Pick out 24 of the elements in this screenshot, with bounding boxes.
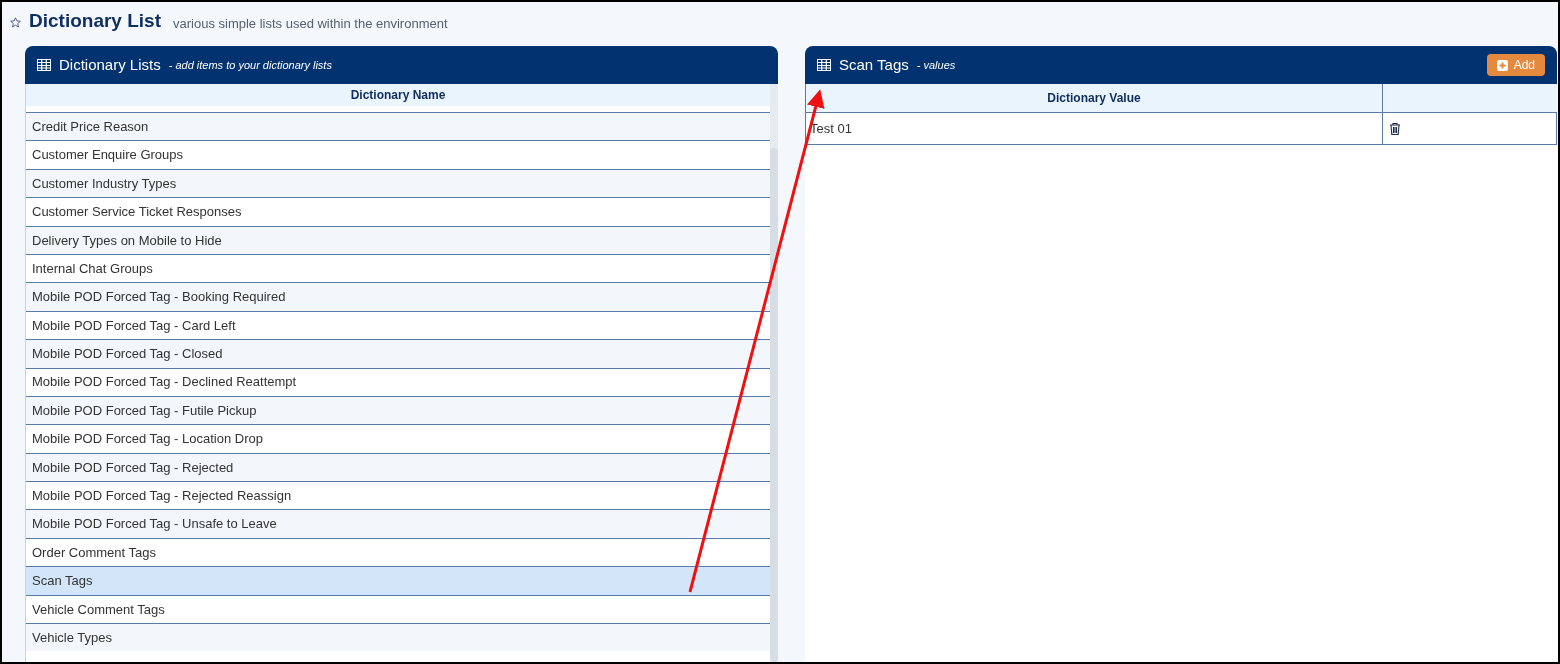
table-icon [817, 59, 831, 71]
panel-subtitle: - values [916, 57, 956, 73]
list-row[interactable]: Customer Industry Types [26, 168, 770, 198]
list-row[interactable]: Vehicle Types [26, 623, 770, 652]
scrollbar[interactable] [770, 84, 778, 662]
trash-icon[interactable] [1389, 122, 1401, 135]
panel-title: Scan Tags [839, 54, 909, 75]
page-subtitle: various simple lists used within the environment [173, 17, 448, 30]
table-icon [37, 59, 51, 71]
list-row[interactable]: Mobile POD Forced Tag - Booking Required [26, 282, 770, 311]
panel-title: Dictionary Lists [59, 54, 161, 75]
list-row[interactable]: Credit Price Reason [26, 112, 770, 141]
list-row[interactable]: Mobile POD Forced Tag - Closed [26, 339, 770, 368]
list-row[interactable]: Delivery Types on Mobile to Hide [26, 225, 770, 254]
list-row[interactable]: Mobile POD Forced Tag - Unsafe to Leave [26, 509, 770, 538]
panel-subtitle: - add items to your dictionary lists [168, 57, 332, 73]
plus-icon [1496, 59, 1508, 71]
value-cell: Test 01 [806, 113, 1383, 144]
page-title: Dictionary List [29, 11, 161, 30]
column-header: Dictionary Value [806, 84, 1383, 112]
list-row[interactable]: Scan Tags [26, 566, 770, 595]
list-row[interactable]: Mobile POD Forced Tag - Futile Pickup [26, 395, 770, 425]
star-icon[interactable] [10, 17, 21, 28]
list-row[interactable]: Mobile POD Forced Tag - Rejected [26, 452, 770, 482]
